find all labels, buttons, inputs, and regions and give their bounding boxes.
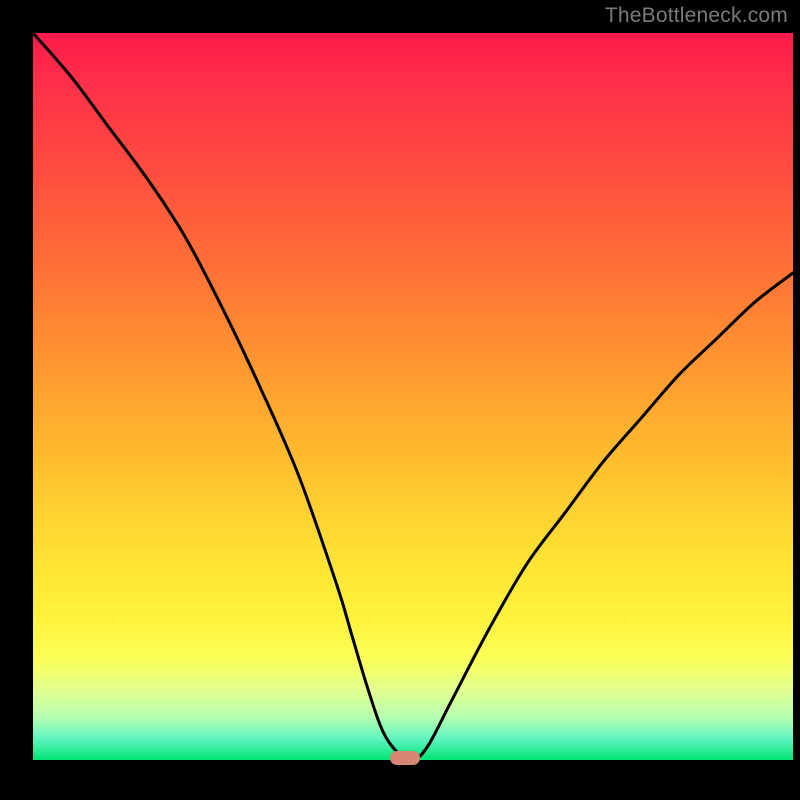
chart-frame: TheBottleneck.com <box>0 0 800 800</box>
watermark-text: TheBottleneck.com <box>605 4 788 28</box>
curve-path <box>33 33 793 760</box>
plot-area <box>33 33 793 760</box>
bottleneck-curve <box>33 33 793 760</box>
optimum-marker <box>390 751 420 765</box>
